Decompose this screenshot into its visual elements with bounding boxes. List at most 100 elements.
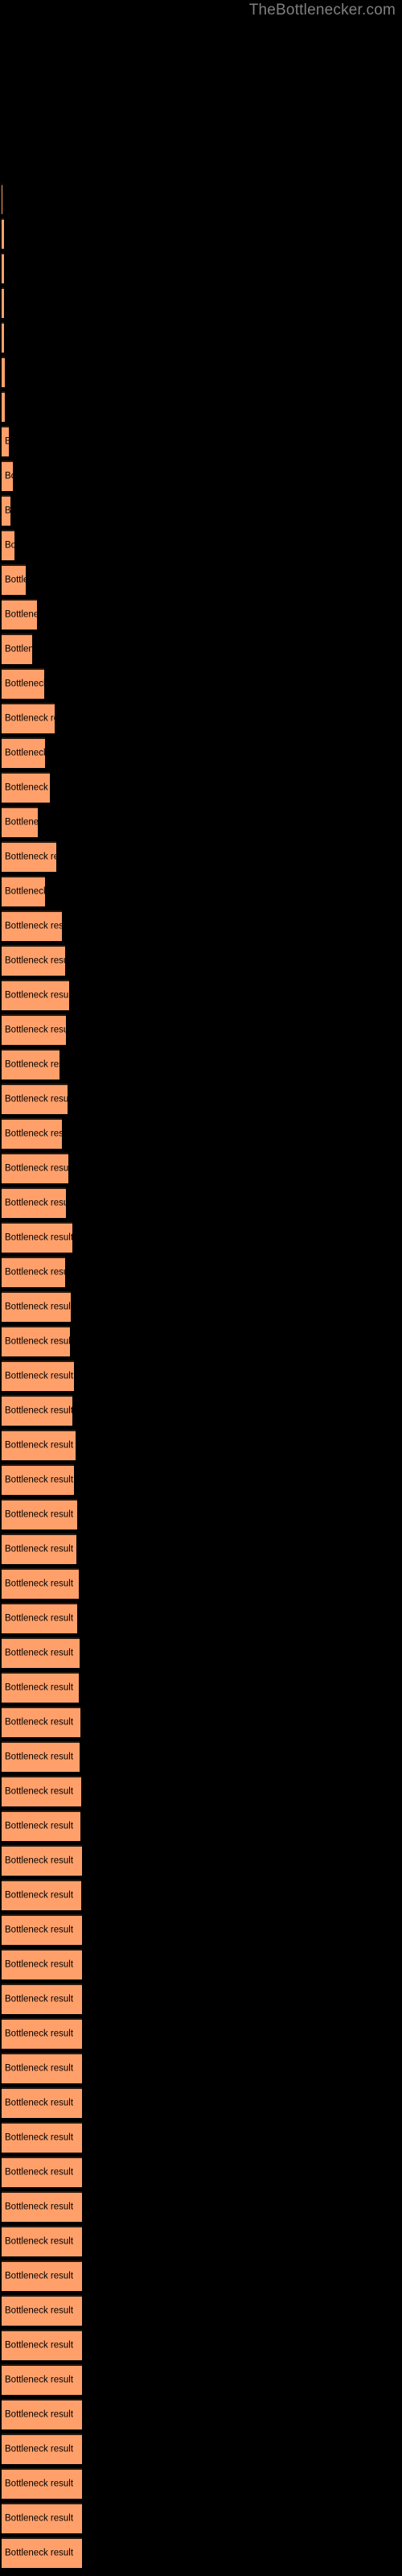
bar[interactable]: Bottleneck result — [2, 668, 44, 699]
bar[interactable]: Bottleneck result — [2, 2399, 82, 2429]
bar[interactable]: Bottleneck result — [2, 1291, 71, 1322]
bar-label: Bottleneck result — [5, 437, 9, 448]
bar-label: Bottleneck result — [5, 1406, 72, 1416]
bar-label: Bottleneck result — [5, 2340, 74, 2351]
bar[interactable]: Bottleneck result — [2, 703, 55, 733]
bar[interactable]: Bottleneck result — [2, 1776, 81, 1806]
bar[interactable]: Bottleneck result — [2, 2330, 82, 2360]
bar-label: Bottleneck result — [5, 1682, 74, 1693]
bar[interactable]: Bottleneck result — [2, 1810, 80, 1841]
bar[interactable]: Bottleneck result — [2, 530, 14, 560]
bar[interactable]: Bottleneck result — [2, 737, 45, 768]
bar[interactable]: Bottleneck result — [2, 1534, 76, 1564]
bar[interactable]: Bottleneck result — [2, 910, 62, 941]
bar[interactable]: Bottleneck result — [2, 634, 32, 664]
bar[interactable]: Bottleneck result — [2, 1568, 79, 1599]
bar[interactable]: Bottleneck result — [2, 2191, 82, 2222]
bar[interactable]: Bottleneck result — [2, 1222, 72, 1253]
bar[interactable]: Bottleneck result — [2, 2537, 82, 2568]
bar-label: Bottleneck result — [5, 471, 13, 481]
bar-label: Bottleneck result — [5, 1440, 74, 1451]
bar-label: Bottleneck result — [5, 506, 10, 516]
bar[interactable]: Bottleneck result — [2, 1257, 65, 1287]
bar-label: Bottleneck result — [5, 990, 69, 1001]
bar[interactable]: Bottleneck result — [2, 253, 4, 283]
bar-label: Bottleneck result — [5, 540, 14, 551]
bar[interactable]: Bottleneck result — [2, 1360, 74, 1391]
bar[interactable]: Bottleneck result — [2, 2087, 82, 2118]
bar[interactable]: Bottleneck result — [2, 876, 45, 906]
bar[interactable]: Bottleneck result — [2, 2468, 82, 2499]
bar-label: Bottleneck result — [5, 2098, 74, 2108]
bar[interactable]: Bottleneck result — [2, 1672, 79, 1703]
bar[interactable]: Bottleneck result — [2, 2226, 82, 2256]
bar-label: Bottleneck result — [5, 1856, 74, 1866]
bar[interactable]: Bottleneck result — [2, 2018, 82, 2049]
bar[interactable]: Bottleneck result — [2, 1118, 62, 1149]
bar[interactable]: Bottleneck result — [2, 2122, 82, 2153]
bar[interactable]: Bottleneck result — [2, 1603, 77, 1633]
bar-label: Bottleneck result — [5, 2236, 74, 2247]
bar[interactable]: Bottleneck result — [2, 1914, 82, 1945]
bar[interactable]: Bottleneck result — [2, 1464, 74, 1495]
bar-label: Bottleneck result — [5, 748, 45, 758]
bar[interactable]: Bottleneck result — [2, 1014, 66, 1045]
bar-label: Bottleneck result — [5, 1890, 74, 1901]
bar[interactable]: Bottleneck result — [2, 1984, 82, 2014]
bar[interactable]: Bottleneck result — [2, 1084, 68, 1114]
bar-label: Bottleneck result — [5, 1579, 74, 1589]
bar[interactable]: Bottleneck result — [2, 391, 5, 422]
bar-label: Bottleneck result — [5, 2306, 74, 2316]
bar-label: Bottleneck result — [5, 956, 65, 966]
bar[interactable]: Bottleneck result — [2, 2434, 82, 2464]
bar[interactable]: Bottleneck result — [2, 1741, 80, 1772]
bar[interactable]: Bottleneck result — [2, 1430, 76, 1460]
bar[interactable]: Bottleneck result — [2, 1949, 82, 1979]
bar[interactable]: Bottleneck result — [2, 945, 65, 976]
bar[interactable]: Bottleneck result — [2, 1153, 68, 1183]
bar-label: Bottleneck result — [5, 1336, 70, 1347]
bar[interactable]: Bottleneck result — [2, 426, 9, 456]
bar-label: Bottleneck result — [5, 1163, 68, 1174]
bar[interactable]: Bottleneck result — [2, 2260, 82, 2291]
bar[interactable]: Bottleneck result — [2, 980, 69, 1010]
bar[interactable]: Bottleneck result — [2, 1326, 70, 1356]
bar[interactable]: Bottleneck result — [2, 287, 4, 318]
bar-label: Bottleneck result — [5, 1821, 74, 1831]
bar[interactable]: Bottleneck result — [2, 2503, 82, 2533]
bar[interactable]: Bottleneck result — [2, 599, 37, 630]
bar-label: Bottleneck result — [5, 644, 32, 654]
bar-label: Bottleneck result — [5, 2029, 74, 2039]
bar[interactable]: Bottleneck result — [2, 218, 4, 249]
bar[interactable]: Bottleneck result — [2, 2364, 82, 2395]
bar-label: Bottleneck result — [5, 782, 50, 793]
bar[interactable]: Bottleneck result — [2, 2157, 82, 2187]
bar-label: Bottleneck result — [5, 1129, 62, 1139]
bar[interactable]: Bottleneck result — [2, 1187, 66, 1218]
bar[interactable]: Bottleneck result — [2, 1637, 80, 1668]
bar-label: Bottleneck result — [5, 1025, 66, 1035]
bar[interactable]: Bottleneck result — [2, 357, 5, 387]
bar[interactable]: Bottleneck result — [2, 322, 4, 353]
bar-label: Bottleneck result — [5, 2271, 74, 2281]
bar[interactable]: Bottleneck result — [2, 1845, 82, 1876]
bar-label: Bottleneck result — [5, 713, 55, 724]
bar-label: Bottleneck result — [5, 1094, 68, 1104]
bar-label: Bottleneck result — [5, 1198, 66, 1208]
bar[interactable]: Bottleneck result — [2, 1707, 80, 1737]
bar[interactable]: Bottleneck result — [2, 1395, 72, 1426]
bar[interactable]: Bottleneck result — [2, 1049, 59, 1080]
bar[interactable]: Bottleneck result — [2, 807, 38, 837]
bar-label: Bottleneck result — [5, 1717, 74, 1728]
bottleneck-bar-chart: TheBottlenecker.com Bottleneck resultBot… — [0, 0, 402, 2576]
bar[interactable]: Bottleneck result — [2, 2295, 82, 2326]
bar[interactable]: Bottleneck result — [2, 772, 50, 803]
bar[interactable]: Bottleneck result — [2, 841, 56, 872]
bar[interactable]: Bottleneck result — [2, 564, 26, 595]
bar[interactable]: Bottleneck result — [2, 1499, 77, 1530]
bar[interactable]: Bottleneck result — [2, 1880, 81, 1910]
bar[interactable]: Bottleneck result — [2, 460, 13, 491]
bar[interactable]: Bottleneck result — [2, 495, 10, 526]
bar-label: Bottleneck result — [5, 2063, 74, 2074]
bar[interactable]: Bottleneck result — [2, 2053, 82, 2083]
